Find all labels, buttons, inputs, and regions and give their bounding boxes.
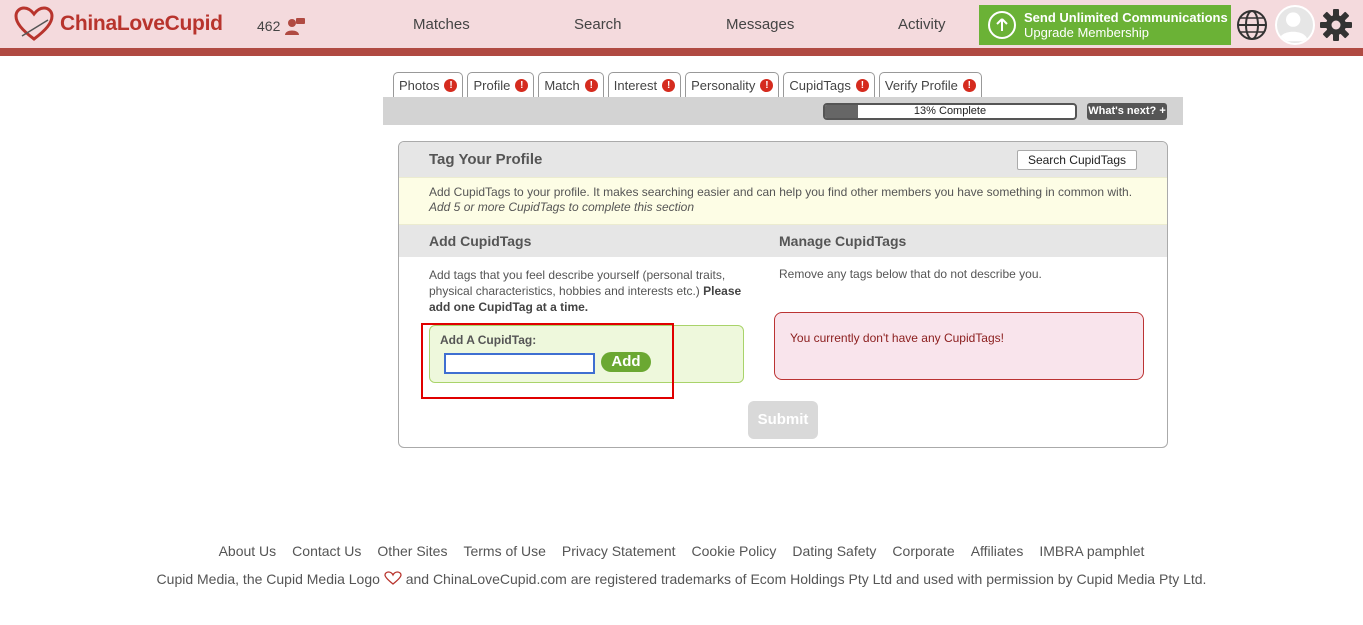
footer-link-imbra[interactable]: IMBRA pamphlet [1039, 543, 1144, 559]
profile-tabs: Photos! Profile! Match! Interest! Person… [393, 72, 986, 98]
add-cupidtag-box: Add A CupidTag: Add [429, 325, 744, 383]
nav-matches[interactable]: Matches [413, 16, 470, 33]
counter-value: 462 [257, 18, 281, 34]
tab-photos[interactable]: Photos! [393, 72, 464, 98]
footer-link-about-us[interactable]: About Us [219, 543, 277, 559]
submit-button[interactable]: Submit [748, 401, 818, 439]
warning-icon: ! [962, 79, 976, 92]
add-description: Add tags that you feel describe yourself… [429, 268, 742, 314]
section-headers: Add CupidTags Manage CupidTags [399, 225, 1167, 257]
nav-activity[interactable]: Activity [898, 16, 946, 33]
cupid-heart-icon [384, 571, 402, 585]
warning-icon: ! [444, 79, 458, 92]
info-strip: Add CupidTags to your profile. It makes … [399, 177, 1167, 225]
cupidtag-input[interactable] [444, 353, 595, 374]
footer-link-dating-safety[interactable]: Dating Safety [792, 543, 876, 559]
add-button[interactable]: Add [601, 352, 651, 372]
footer-link-terms[interactable]: Terms of Use [463, 543, 545, 559]
tag-profile-panel: Tag Your Profile Search CupidTags Add Cu… [398, 141, 1168, 448]
nav-messages[interactable]: Messages [726, 16, 794, 33]
tab-personality[interactable]: Personality! [685, 72, 780, 98]
progress-strip: 13% Complete What's next? + [383, 97, 1183, 125]
warning-icon: ! [584, 79, 598, 92]
panel-title: Tag Your Profile [429, 151, 543, 168]
heart-logo-icon [14, 6, 54, 41]
footer-link-other-sites[interactable]: Other Sites [377, 543, 447, 559]
footer-link-cookie-policy[interactable]: Cookie Policy [692, 543, 777, 559]
footer-link-privacy[interactable]: Privacy Statement [562, 543, 676, 559]
top-header: ChinaLoveCupid 462 Matches Search Messag… [0, 0, 1363, 56]
upgrade-line1: Send Unlimited Communications [1024, 10, 1228, 25]
tab-verify-profile[interactable]: Verify Profile! [878, 72, 982, 98]
tab-match[interactable]: Match! [538, 72, 604, 98]
footer-legal: Cupid Media, the Cupid Media Logo and Ch… [156, 571, 1207, 587]
upload-arrow-icon [988, 11, 1016, 39]
footer-link-corporate[interactable]: Corporate [892, 543, 954, 559]
empty-tags-message: You currently don't have any CupidTags! [790, 331, 1004, 345]
profile-progress: 13% Complete [823, 103, 1077, 120]
gear-icon[interactable] [1319, 8, 1353, 42]
avatar[interactable] [1275, 5, 1315, 45]
search-cupidtags-button[interactable]: Search CupidTags [1016, 150, 1137, 170]
manage-cupidtags-heading: Manage CupidTags [779, 233, 907, 249]
logo[interactable]: ChinaLoveCupid [14, 6, 223, 42]
users-icon [285, 18, 306, 35]
warning-icon: ! [760, 79, 774, 92]
tab-cupidtags[interactable]: CupidTags! [783, 72, 875, 98]
footer-link-contact-us[interactable]: Contact Us [292, 543, 361, 559]
panel-header: Tag Your Profile Search CupidTags [399, 142, 1167, 177]
footer-links: About Us Contact Us Other Sites Terms of… [0, 543, 1363, 559]
footer-link-affiliates[interactable]: Affiliates [971, 543, 1024, 559]
progress-text: 13% Complete [913, 105, 987, 117]
profile-main: Photos! Profile! Match! Interest! Person… [383, 56, 1183, 468]
warning-icon: ! [662, 79, 676, 92]
whats-next-button[interactable]: What's next? + [1087, 103, 1167, 120]
add-cupidtag-label: Add A CupidTag: [440, 333, 537, 347]
request-counter[interactable]: 462 [257, 15, 306, 37]
brand-name: ChinaLoveCupid [60, 12, 223, 35]
upgrade-button[interactable]: Send Unlimited Communications Upgrade Me… [979, 5, 1231, 45]
warning-icon: ! [515, 79, 529, 92]
warning-icon: ! [855, 79, 869, 92]
remove-description: Remove any tags below that do not descri… [779, 267, 1042, 281]
info-text: Add CupidTags to your profile. It makes … [429, 185, 1133, 199]
nav-search[interactable]: Search [574, 16, 622, 33]
globe-icon[interactable] [1236, 9, 1268, 41]
tab-interest[interactable]: Interest! [607, 72, 682, 98]
upgrade-line2: Upgrade Membership [1024, 25, 1150, 40]
tab-profile[interactable]: Profile! [467, 72, 535, 98]
add-cupidtags-heading: Add CupidTags [429, 233, 532, 249]
empty-tags-notice: You currently don't have any CupidTags! [774, 312, 1144, 380]
info-hint: Add 5 or more CupidTags to complete this… [429, 200, 695, 214]
